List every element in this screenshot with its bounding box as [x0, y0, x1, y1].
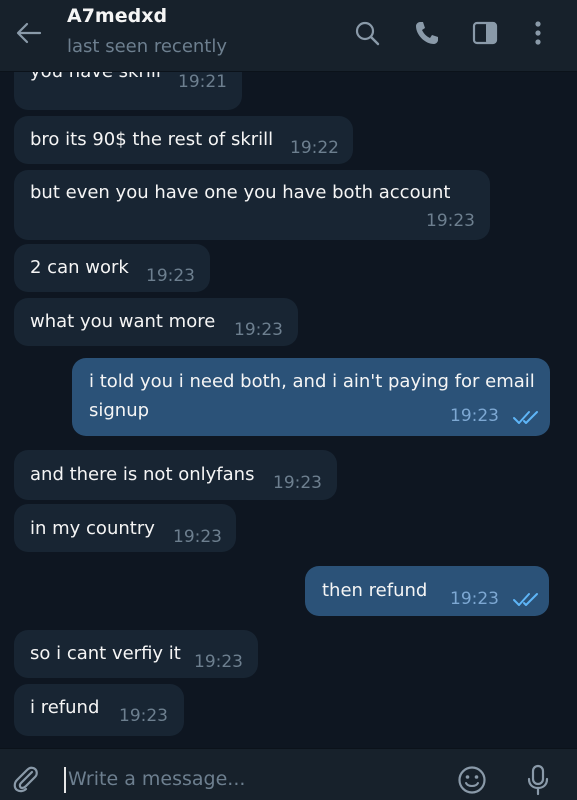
- contact-status: last seen recently: [67, 36, 228, 57]
- message-outgoing[interactable]: then refund 19:23: [305, 566, 549, 616]
- message-incoming[interactable]: in my country 19:23: [14, 504, 236, 552]
- message-incoming[interactable]: 2 can work 19:23: [14, 244, 210, 292]
- message-time: 19:23: [146, 266, 195, 286]
- message-text: you have skrill: [30, 72, 161, 84]
- message-text: then refund: [322, 580, 428, 601]
- message-time: 19:23: [450, 406, 499, 426]
- more-vertical-icon[interactable]: [523, 18, 553, 48]
- text-cursor: [64, 767, 66, 793]
- phone-icon[interactable]: [412, 18, 442, 48]
- message-incoming[interactable]: what you want more 19:23: [14, 298, 298, 346]
- message-text: what you want more: [30, 311, 216, 332]
- double-check-icon: [512, 409, 540, 433]
- message-incoming[interactable]: so i cant verfiy it 19:23: [14, 630, 258, 678]
- message-outgoing[interactable]: i told you i need both, and i ain't payi…: [72, 358, 550, 436]
- sidebar-panel-icon[interactable]: [470, 18, 500, 48]
- message-time: 19:23: [119, 706, 168, 726]
- message-time: 19:23: [234, 320, 283, 340]
- message-text: but even you have one you have both acco…: [30, 182, 451, 203]
- microphone-icon[interactable]: [524, 763, 552, 797]
- message-text: and there is not onlyfans: [30, 464, 255, 485]
- message-text: in my country: [30, 518, 155, 539]
- message-text: i refund: [30, 697, 100, 718]
- message-text: so i cant verfiy it: [30, 643, 181, 664]
- message-input[interactable]: Write a message...: [68, 768, 245, 790]
- search-icon[interactable]: [352, 18, 382, 48]
- message-time: 19:23: [450, 589, 499, 609]
- message-list[interactable]: you have skrill 19:21 bro its 90$ the re…: [0, 72, 577, 748]
- double-check-icon: [512, 591, 540, 615]
- message-text: 2 can work: [30, 257, 129, 278]
- message-incoming[interactable]: you have skrill 19:21: [14, 72, 242, 110]
- message-time: 19:23: [173, 527, 222, 547]
- message-time: 19:23: [194, 652, 243, 672]
- message-time: 19:23: [426, 211, 475, 231]
- message-time: 19:21: [178, 72, 227, 92]
- message-incoming[interactable]: but even you have one you have both acco…: [14, 170, 490, 240]
- message-text-line1: i told you i need both, and i ain't payi…: [89, 371, 535, 392]
- message-text-line2: signup: [89, 400, 150, 421]
- back-arrow-icon[interactable]: [14, 18, 44, 48]
- message-text: bro its 90$ the rest of skrill: [30, 129, 274, 150]
- paperclip-icon[interactable]: [10, 762, 42, 796]
- message-incoming[interactable]: i refund 19:23: [14, 684, 184, 736]
- message-incoming[interactable]: and there is not onlyfans 19:23: [14, 450, 337, 500]
- message-time: 19:23: [273, 473, 322, 493]
- message-incoming[interactable]: bro its 90$ the rest of skrill 19:22: [14, 116, 353, 164]
- contact-name[interactable]: A7medxd: [67, 5, 167, 27]
- emoji-icon[interactable]: [456, 764, 488, 796]
- chat-header: A7medxd last seen recently: [0, 0, 577, 72]
- message-time: 19:22: [290, 138, 339, 158]
